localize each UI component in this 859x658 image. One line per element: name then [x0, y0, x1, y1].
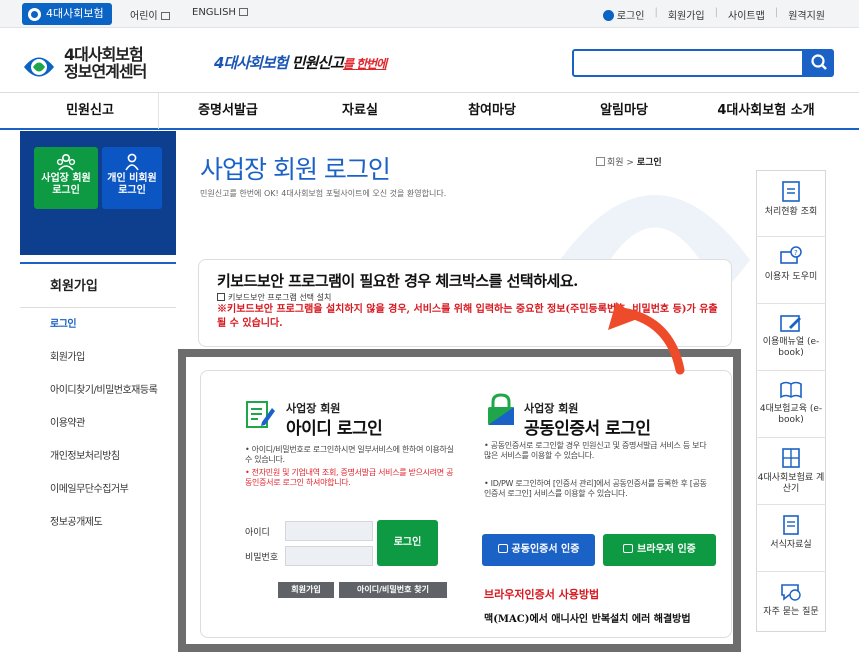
- business-login-button[interactable]: 사업장 회원 로그인: [34, 147, 98, 209]
- login-link[interactable]: 로그인: [602, 7, 644, 22]
- side-menu-title: 회원가입: [20, 262, 176, 308]
- site-logo-icon[interactable]: [22, 50, 56, 84]
- quick-forms[interactable]: 서식자료실: [756, 505, 826, 572]
- remote-support-link[interactable]: 원격지원: [788, 7, 825, 22]
- quick-status-check[interactable]: 처리현황 조회: [756, 170, 826, 237]
- side-menu-privacy[interactable]: 개인정보처리방침: [20, 440, 176, 473]
- edit-book-icon: [780, 315, 801, 332]
- side-menu-join[interactable]: 회원가입: [20, 341, 176, 374]
- new-window-icon: [238, 8, 248, 16]
- kids-link[interactable]: 어린이: [130, 7, 170, 22]
- side-menu: 회원가입 로그인 회원가입 아이디찾기/비밀번호재등록 이용약관 개인정보처리방…: [20, 262, 176, 539]
- search-input[interactable]: [572, 49, 804, 77]
- side-menu-email-refuse[interactable]: 이메일무단수집거부: [20, 473, 176, 506]
- svg-text:?: ?: [794, 249, 798, 257]
- keyboard-security-title: 키보드보안 프로그램이 필요한 경우 체크박스를 선택하세요.: [217, 272, 578, 290]
- individual-login-button[interactable]: 개인 비회원 로그인: [102, 147, 162, 209]
- highlight-arrow-icon: [608, 302, 685, 375]
- main-navigation: 민원신고 증명서발급 자료실 참여마당 알림마당 4대사회보험 소개: [0, 92, 859, 130]
- header-slogan: 4대사회보험 민원신고를 한번에: [214, 54, 387, 72]
- nav-participation[interactable]: 참여마당: [432, 93, 552, 129]
- breadcrumb: 회원 > 로그인: [596, 155, 662, 168]
- side-menu-disclosure[interactable]: 정보공개제도: [20, 506, 176, 539]
- nav-minwon[interactable]: 민원신고: [30, 93, 150, 129]
- help-monitor-icon: ?: [780, 246, 802, 264]
- clipboard-icon: [782, 181, 800, 202]
- checkbox-icon[interactable]: [217, 293, 225, 301]
- utility-links: 로그인 | 회원가입 | 사이트맵 | 원격지원: [602, 7, 825, 22]
- sitemap-link[interactable]: 사이트맵: [728, 7, 765, 22]
- nav-notice[interactable]: 알림마당: [564, 93, 684, 129]
- side-menu-terms[interactable]: 이용약관: [20, 407, 176, 440]
- search-button[interactable]: [804, 49, 834, 77]
- nav-archive[interactable]: 자료실: [300, 93, 420, 129]
- calculator-icon: [782, 448, 800, 468]
- highlight-frame: [178, 349, 741, 652]
- chat-icon: [781, 584, 801, 601]
- quick-education[interactable]: 4대보험교육 (e-book): [756, 371, 826, 438]
- side-menu-login[interactable]: 로그인: [20, 308, 176, 341]
- page-title: 사업장 회원 로그인: [200, 155, 391, 184]
- nav-about[interactable]: 4대사회보험 소개: [696, 93, 836, 129]
- nav-certificate[interactable]: 증명서발급: [168, 93, 288, 129]
- document-icon: [783, 515, 799, 535]
- english-link[interactable]: ENGLISH: [192, 7, 248, 18]
- group-icon: [56, 153, 76, 171]
- home-tab[interactable]: 4대사회보험: [22, 3, 112, 25]
- keyboard-security-checkbox[interactable]: 키보드보안 프로그램 선택 설치: [217, 292, 331, 303]
- join-link[interactable]: 회원가입: [668, 7, 705, 22]
- page-subtitle: 민원신고를 한번에 OK! 4대사회보험 포털사이트에 오신 것을 환영합니다.: [200, 189, 447, 198]
- search-icon: [811, 54, 827, 70]
- quick-user-help[interactable]: ? 이용자 도우미: [756, 237, 826, 304]
- book-icon: [780, 381, 802, 399]
- quick-calculator[interactable]: 4대사회보험료 계산기: [756, 438, 826, 505]
- person-icon: [125, 153, 139, 171]
- logo-icon: [28, 8, 41, 21]
- site-logo-text[interactable]: 4대사회보험 정보연계센터: [64, 46, 147, 80]
- side-menu-find-id[interactable]: 아이디찾기/비밀번호재등록: [20, 374, 176, 407]
- quick-manual[interactable]: 이용매뉴얼 (e-book): [756, 304, 826, 371]
- quick-faq[interactable]: 자주 묻는 질문: [756, 572, 826, 639]
- home-icon: [596, 157, 605, 166]
- new-window-icon: [160, 12, 170, 20]
- user-icon: [602, 10, 614, 21]
